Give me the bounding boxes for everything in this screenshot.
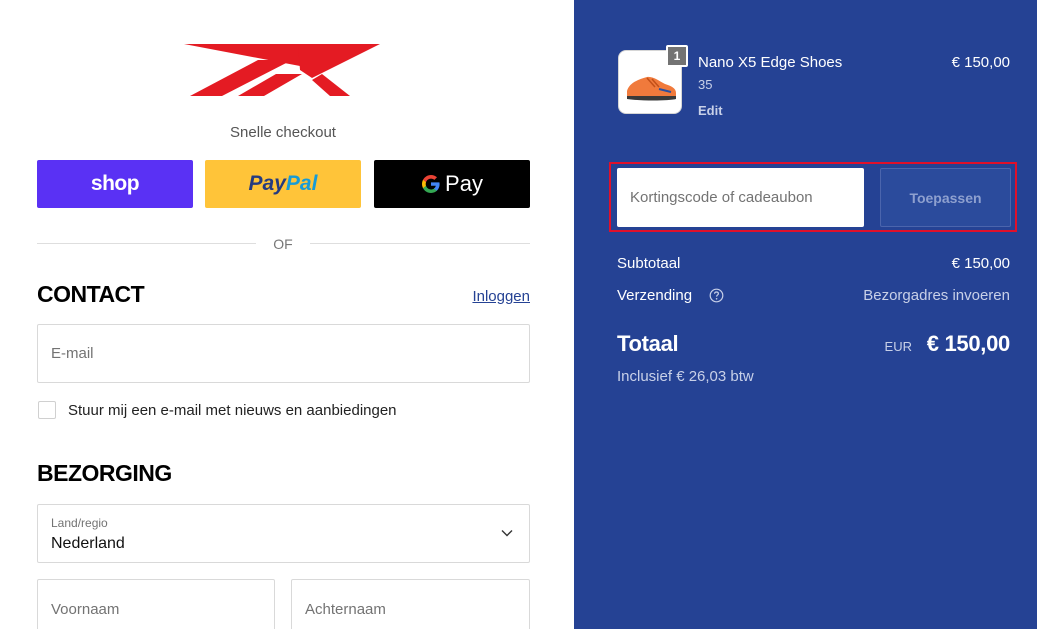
- newsletter-checkbox[interactable]: [38, 401, 56, 419]
- edit-item-link[interactable]: Edit: [698, 103, 723, 118]
- tax-line: Inclusief € 26,03 btw: [617, 368, 754, 385]
- shop-pay-label: shop: [90, 172, 140, 195]
- paypal-button[interactable]: PayPal: [205, 160, 361, 208]
- divider-left: [37, 243, 256, 244]
- total-label: Totaal: [617, 331, 679, 356]
- lastname-field[interactable]: [291, 579, 530, 629]
- divider-right: [310, 243, 530, 244]
- contact-title: CONTACT: [37, 281, 145, 307]
- product-name: Nano X5 Edge Shoes: [698, 54, 843, 71]
- gpay-label: Pay: [445, 171, 483, 196]
- order-summary-panel: 1 Nano X5 Edge Shoes 35 Edit € 150,00 To…: [574, 0, 1037, 629]
- shipping-value: Bezorgadres invoeren: [863, 287, 1010, 304]
- delivery-title: BEZORGING: [37, 460, 172, 486]
- email-input[interactable]: [38, 325, 529, 382]
- checkout-form-panel: Snelle checkout shop PayPal Pay OF CONTA…: [0, 0, 574, 629]
- country-label: Land/regio: [51, 516, 108, 530]
- country-select[interactable]: Land/regio Nederland: [37, 504, 530, 563]
- total-currency: EUR: [884, 339, 912, 354]
- quantity-badge: 1: [666, 45, 688, 67]
- newsletter-label: Stuur mij een e-mail met nieuws en aanbi…: [68, 402, 397, 419]
- firstname-input[interactable]: [38, 580, 274, 629]
- total-value: € 150,00: [926, 331, 1011, 356]
- chevron-down-icon: [501, 530, 513, 537]
- fast-checkout-label: Snelle checkout: [230, 124, 336, 141]
- email-field[interactable]: [37, 324, 530, 383]
- paypal-label: PayPal: [248, 172, 318, 195]
- google-pay-button[interactable]: Pay: [374, 160, 530, 208]
- country-value: Nederland: [51, 535, 125, 552]
- lastname-input[interactable]: [292, 580, 529, 629]
- product-price: € 150,00: [951, 54, 1010, 71]
- apply-discount-button[interactable]: Toepassen: [880, 168, 1011, 227]
- discount-field[interactable]: [617, 168, 864, 227]
- help-icon[interactable]: [709, 288, 724, 303]
- login-link[interactable]: Inloggen: [472, 288, 530, 305]
- firstname-field[interactable]: [37, 579, 275, 629]
- subtotal-label: Subtotaal: [617, 255, 681, 272]
- or-separator: OF: [273, 236, 293, 252]
- shipping-label: Verzending: [617, 287, 693, 304]
- product-variant: 35: [698, 77, 713, 92]
- discount-input[interactable]: [617, 168, 864, 227]
- google-g-icon: [422, 175, 440, 193]
- shop-pay-button[interactable]: shop: [37, 160, 193, 208]
- subtotal-value: € 150,00: [951, 255, 1010, 272]
- reebok-logo: [184, 44, 380, 96]
